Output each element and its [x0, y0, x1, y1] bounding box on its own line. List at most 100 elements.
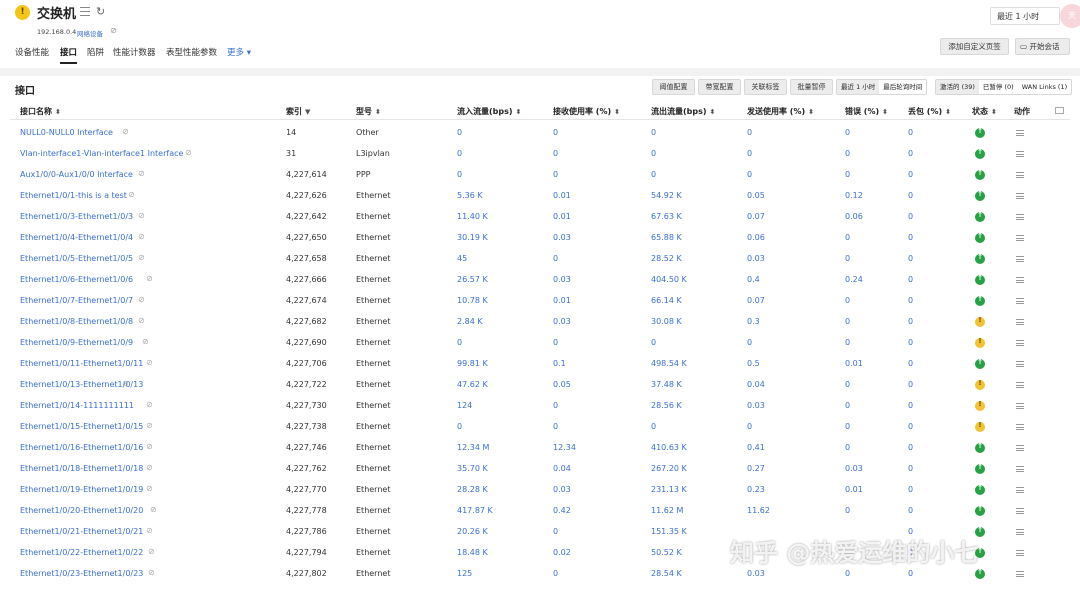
- cell-errors[interactable]: 0: [845, 170, 850, 179]
- add-custom-tab-button[interactable]: 添加自定义页签: [940, 38, 1009, 55]
- cell-out-traffic[interactable]: 0: [651, 128, 656, 137]
- interface-name-link[interactable]: Ethernet1/0/5-Ethernet1/0/5: [20, 254, 133, 263]
- cell-out-traffic[interactable]: 0: [651, 149, 656, 158]
- cell-in-traffic[interactable]: 35.70 K: [457, 464, 488, 473]
- cell-errors[interactable]: 0: [845, 380, 850, 389]
- cell-errors[interactable]: 0: [845, 149, 850, 158]
- cell-in-traffic[interactable]: 0: [457, 128, 462, 137]
- cell-errors[interactable]: 0.03: [845, 464, 863, 473]
- interface-name-link[interactable]: NULL0-NULL0 Interface: [20, 128, 113, 137]
- cell-errors[interactable]: 0: [845, 443, 850, 452]
- col-status[interactable]: 状态 ⬍: [972, 106, 997, 117]
- tag-icon[interactable]: ⊘: [138, 211, 145, 220]
- tag-icon[interactable]: ⊘: [146, 358, 153, 367]
- tab-interface[interactable]: 接口: [60, 46, 78, 64]
- cell-in-traffic[interactable]: 124: [457, 401, 472, 410]
- cell-in-traffic[interactable]: 47.62 K: [457, 380, 488, 389]
- tag-icon[interactable]: ⊘: [128, 190, 135, 199]
- action-menu-icon[interactable]: [1016, 466, 1024, 472]
- cell-tx-util[interactable]: 0.04: [747, 380, 765, 389]
- cell-drops[interactable]: 0: [908, 254, 913, 263]
- cell-rx-util[interactable]: 0.03: [553, 275, 571, 284]
- col-out-traffic[interactable]: 流出流量(bps) ⬍: [651, 106, 715, 117]
- tag-icon[interactable]: ⊘: [148, 568, 155, 577]
- associate-tag-button[interactable]: 关联标签: [744, 79, 787, 95]
- menu-icon[interactable]: [80, 7, 90, 16]
- filter-active[interactable]: 激活的 (39): [936, 80, 979, 94]
- cell-tx-util[interactable]: 0.03: [747, 401, 765, 410]
- cell-rx-util[interactable]: 0.03: [553, 317, 571, 326]
- tab-perf-params[interactable]: 表型性能参数: [166, 46, 217, 58]
- cell-out-traffic[interactable]: 151.35 K: [651, 527, 687, 536]
- action-menu-icon[interactable]: [1016, 361, 1024, 367]
- refresh-icon[interactable]: ↻: [96, 5, 105, 18]
- bandwidth-config-button[interactable]: 带宽配置: [698, 79, 741, 95]
- interface-name-link[interactable]: Ethernet1/0/6-Ethernet1/0/6: [20, 275, 133, 284]
- col-tx-util[interactable]: 发送使用率 (%) ⬍: [747, 106, 814, 117]
- cell-out-traffic[interactable]: 231.13 K: [651, 485, 687, 494]
- cell-in-traffic[interactable]: 11.40 K: [457, 212, 488, 221]
- cell-drops[interactable]: 0: [908, 191, 913, 200]
- interface-name-link[interactable]: Ethernet1/0/16-Ethernet1/0/16: [20, 443, 143, 452]
- cell-out-traffic[interactable]: 54.92 K: [651, 191, 682, 200]
- cell-in-traffic[interactable]: 20.26 K: [457, 527, 488, 536]
- cell-rx-util[interactable]: 0.01: [553, 212, 571, 221]
- tab-more[interactable]: 更多 ▾: [227, 46, 251, 58]
- cell-tx-util[interactable]: 0: [747, 128, 752, 137]
- cell-in-traffic[interactable]: 0: [457, 149, 462, 158]
- cell-out-traffic[interactable]: 28.52 K: [651, 254, 682, 263]
- cell-drops[interactable]: 0: [908, 212, 913, 221]
- action-menu-icon[interactable]: [1016, 298, 1024, 304]
- cell-tx-util[interactable]: 0.5: [747, 359, 760, 368]
- filter-paused[interactable]: 已暂停 (0): [979, 80, 1018, 94]
- cell-rx-util[interactable]: 0.42: [553, 506, 571, 515]
- action-menu-icon[interactable]: [1016, 256, 1024, 262]
- cell-rx-util[interactable]: 0: [553, 149, 558, 158]
- cell-errors[interactable]: 0.24: [845, 275, 863, 284]
- tag-icon[interactable]: ⊘: [146, 400, 153, 409]
- cell-in-traffic[interactable]: 5.36 K: [457, 191, 483, 200]
- cell-errors[interactable]: 0: [845, 317, 850, 326]
- tab-perf-counter[interactable]: 性能计数器: [113, 46, 156, 58]
- time-range-select[interactable]: 最近 1 小时: [990, 7, 1060, 25]
- tag-icon[interactable]: ⊘: [146, 442, 153, 451]
- cell-drops[interactable]: 0: [908, 128, 913, 137]
- threshold-config-button[interactable]: 阈值配置: [652, 79, 695, 95]
- interface-name-link[interactable]: Ethernet1/0/11-Ethernet1/0/11: [20, 359, 143, 368]
- cell-in-traffic[interactable]: 417.87 K: [457, 506, 493, 515]
- interface-name-link[interactable]: Ethernet1/0/23-Ethernet1/0/23: [20, 569, 143, 578]
- interface-name-link[interactable]: Ethernet1/0/1-this is a test: [20, 191, 127, 200]
- action-menu-icon[interactable]: [1016, 214, 1024, 220]
- cell-out-traffic[interactable]: 0: [651, 338, 656, 347]
- cell-errors[interactable]: 0: [845, 233, 850, 242]
- cell-rx-util[interactable]: 0.1: [553, 359, 566, 368]
- col-errors[interactable]: 错误 (%) ⬍: [845, 106, 888, 117]
- cell-drops[interactable]: 0: [908, 422, 913, 431]
- cell-errors[interactable]: 0: [845, 254, 850, 263]
- interface-name-link[interactable]: Aux1/0/0-Aux1/0/0 Interface: [20, 170, 133, 179]
- action-menu-icon[interactable]: [1016, 235, 1024, 241]
- cell-in-traffic[interactable]: 125: [457, 569, 472, 578]
- cell-drops[interactable]: 0: [908, 380, 913, 389]
- tab-device-performance[interactable]: 设备性能: [15, 46, 49, 58]
- cell-drops[interactable]: 0: [908, 464, 913, 473]
- bulk-pause-button[interactable]: 批量暂停: [790, 79, 833, 95]
- cell-tx-util[interactable]: 0.23: [747, 485, 765, 494]
- cell-errors[interactable]: 0.12: [845, 191, 863, 200]
- cell-rx-util[interactable]: 0: [553, 569, 558, 578]
- cell-tx-util[interactable]: 0.3: [747, 317, 760, 326]
- cell-out-traffic[interactable]: 0: [651, 422, 656, 431]
- cell-tx-util[interactable]: 0.27: [747, 464, 765, 473]
- cell-errors[interactable]: 0: [845, 128, 850, 137]
- col-index[interactable]: 索引 ▼: [286, 106, 310, 117]
- cell-rx-util[interactable]: 0: [553, 170, 558, 179]
- cell-rx-util[interactable]: 0: [553, 338, 558, 347]
- cell-rx-util[interactable]: 12.34: [553, 443, 576, 452]
- action-menu-icon[interactable]: [1016, 277, 1024, 283]
- column-settings-icon[interactable]: [1055, 107, 1064, 114]
- cell-errors[interactable]: 0: [845, 296, 850, 305]
- tag-icon[interactable]: ⊘: [138, 316, 145, 325]
- device-type-link[interactable]: 网络设备: [77, 28, 103, 38]
- action-menu-icon[interactable]: [1016, 130, 1024, 136]
- action-menu-icon[interactable]: [1016, 487, 1024, 493]
